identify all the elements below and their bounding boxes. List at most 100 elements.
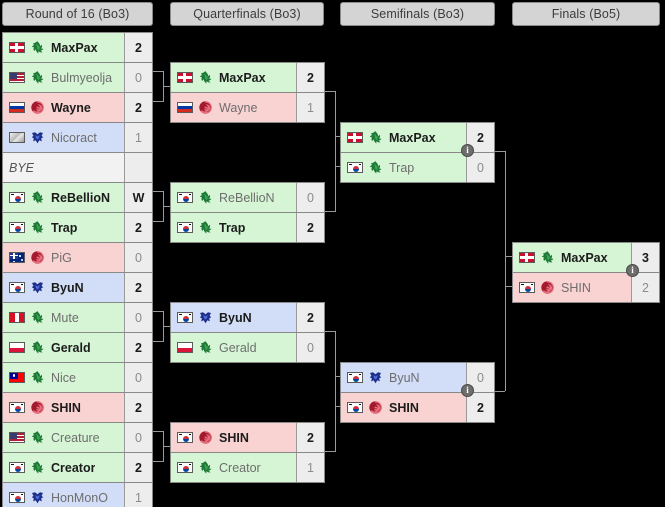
match-quarterfinal-2[interactable]: ReBellioN 0 Trap 2 [170,182,325,243]
player-score: 1 [124,123,152,152]
match-quarterfinal-1[interactable]: MaxPax 2 Wayne 1 [170,62,325,123]
player-cell: MaxPax [341,123,466,152]
player-cell: Creature [3,423,124,452]
flag-denmark-icon [9,42,25,53]
player-name: HonMonO [51,490,108,505]
player-cell: Nice [3,363,124,392]
connector [153,101,163,102]
tournament-bracket: Round of 16 (Bo3) Quarterfinals (Bo3) Se… [0,0,665,507]
bye-label: BYE [9,160,35,175]
match-quarterfinal-3[interactable]: ByuN 2 Gerald 0 [170,302,325,363]
match-ro16-7[interactable]: SHIN 2 Creature 0 [2,392,153,453]
race-protoss-icon [198,190,213,205]
player-name: Wayne [219,100,258,115]
player-name: SHIN [219,430,249,445]
match-ro16-1[interactable]: MaxPax 2 Bulmyeolja 0 [2,32,153,93]
player-score: 1 [296,93,324,122]
match-row[interactable]: Creator 1 [171,453,324,482]
match-row[interactable]: SHIN 2 [513,273,659,302]
match-ro16-3[interactable]: BYE ReBellioN W [2,152,153,213]
flag-southkorea-icon [347,402,363,413]
player-name: Creature [51,430,100,445]
flag-poland-icon [9,342,25,353]
match-row[interactable]: ReBellioN 0 [171,183,324,212]
player-cell: SHIN [513,273,631,302]
match-row[interactable]: PiG 0 [3,243,152,272]
match-row[interactable]: Bulmyeolja 0 [3,63,152,92]
player-cell: ByuN [341,363,466,392]
connector [505,271,506,391]
player-name: ReBellioN [51,190,111,205]
player-score: 2 [124,33,152,62]
race-terran-icon [368,370,383,385]
player-name: Creator [219,460,261,475]
match-row[interactable]: Creator 2 [3,453,152,482]
player-cell: MaxPax [513,243,631,272]
connector [153,191,163,192]
round-header-semifinals: Semifinals (Bo3) [340,2,495,26]
flag-russia-icon [9,102,25,113]
match-row[interactable]: ByuN 2 [171,303,324,332]
match-row[interactable]: Gerald 2 [3,333,152,362]
match-row[interactable]: Trap 0 [341,153,494,182]
player-name: Mute [51,310,79,325]
match-row[interactable]: SHIN 2 [171,423,324,452]
player-score: 0 [296,183,324,212]
match-ro16-2[interactable]: Wayne 2 Nicoract 1 [2,92,153,153]
player-cell: ReBellioN [171,183,296,212]
match-row[interactable]: ReBellioN W [3,183,152,212]
match-row[interactable]: HonMonO 1 [3,483,152,507]
match-row[interactable]: Trap 2 [3,213,152,242]
player-name: Nicoract [51,130,97,145]
match-row[interactable]: Wayne 2 [3,93,152,122]
race-protoss-icon [198,70,213,85]
match-quarterfinal-4[interactable]: SHIN 2 Creator 1 [170,422,325,483]
match-info-icon[interactable]: i [461,144,474,157]
flag-peru-icon [9,312,25,323]
match-row[interactable]: SHIN 2 [341,393,494,422]
match-row[interactable]: Trap 2 [171,213,324,242]
player-score: 2 [296,213,324,242]
flag-southkorea-icon [177,312,193,323]
match-row[interactable]: Mute 0 [3,303,152,332]
race-protoss-icon [540,250,555,265]
player-cell: Gerald [171,333,296,362]
player-cell: ReBellioN [3,183,124,212]
match-row[interactable]: ByuN 2 [3,273,152,302]
race-protoss-icon [30,40,45,55]
race-protoss-icon [30,460,45,475]
match-row[interactable]: Nice 0 [3,363,152,392]
match-ro16-8[interactable]: Creator 2 HonMonO 1 [2,452,153,507]
match-row[interactable]: Nicoract 1 [3,123,152,152]
match-ro16-6[interactable]: Gerald 2 Nice 0 [2,332,153,393]
match-row[interactable]: Creature 0 [3,423,152,452]
player-score: 0 [124,303,152,332]
player-name: Trap [389,160,415,175]
flag-southkorea-icon [177,432,193,443]
match-row-bye: BYE [3,153,152,182]
match-row[interactable]: Gerald 0 [171,333,324,362]
connector [495,151,505,152]
match-row[interactable]: MaxPax 2 [171,63,324,92]
race-protoss-icon [30,220,45,235]
player-score: 2 [124,393,152,422]
match-row[interactable]: SHIN 2 [3,393,152,422]
flag-southkorea-icon [9,222,25,233]
player-score: 2 [124,333,152,362]
match-row[interactable]: Wayne 1 [171,93,324,122]
match-row[interactable]: MaxPax 2 [3,33,152,62]
match-ro16-4[interactable]: Trap 2 PiG 0 [2,212,153,273]
player-score: 0 [466,153,494,182]
match-info-icon[interactable]: i [461,384,474,397]
match-ro16-5[interactable]: ByuN 2 Mute 0 [2,272,153,333]
match-info-icon[interactable]: i [626,264,639,277]
player-name: Wayne [51,100,91,115]
player-name: MaxPax [389,130,436,145]
player-cell: Mute [3,303,124,332]
flag-southkorea-icon [9,282,25,293]
flag-southkorea-icon [9,192,25,203]
race-terran-icon [30,490,45,505]
flag-southkorea-icon [9,492,25,503]
race-terran-icon [198,310,213,325]
player-cell: Creator [3,453,124,482]
